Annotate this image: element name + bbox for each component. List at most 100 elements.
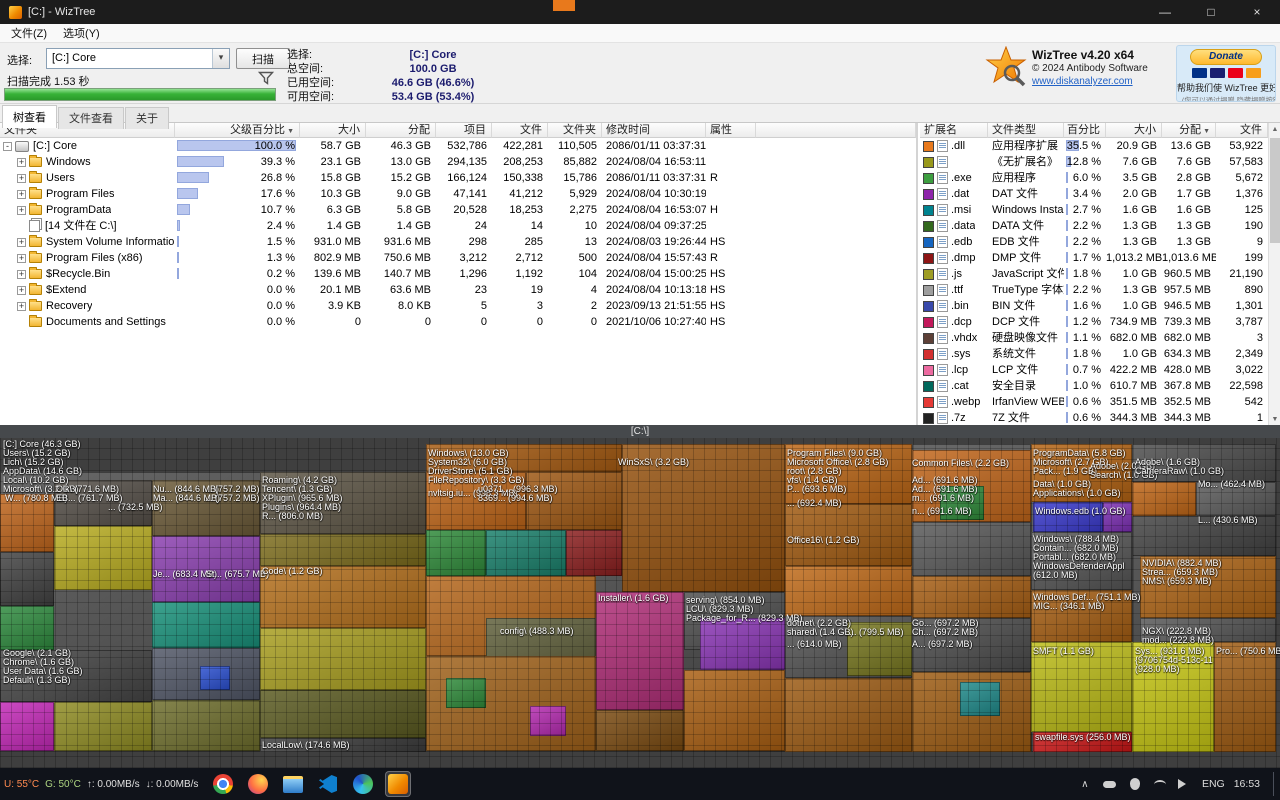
volume-icon[interactable] <box>1177 776 1193 792</box>
tree-row[interactable]: + Windows 39.3 % 23.1 GB 13.0 GB 294,135 208,2… <box>0 154 756 170</box>
expand-icon[interactable]: + <box>17 301 26 311</box>
ext-row[interactable]: 《无扩展名》 12.8 % 7.6 GB 7.6 GB 57,583 <box>920 154 1268 170</box>
tree-row[interactable]: - [C:] Core 100.0 % 58.7 GB 46.3 GB 532,786 42… <box>0 138 756 154</box>
treemap-block[interactable] <box>260 628 426 690</box>
treemap-block[interactable] <box>1196 482 1276 516</box>
ext-row[interactable]: .ttf TrueType 字体文件 2.2 % 1.3 GB 957.5 MB 890 <box>920 282 1268 298</box>
treemap-block[interactable] <box>566 530 622 576</box>
tab-0[interactable]: 树查看 <box>2 105 57 128</box>
treemap-block[interactable] <box>152 700 260 751</box>
tray-expand-icon[interactable]: ∧ <box>1077 776 1093 792</box>
menu-item-1[interactable]: 选项(Y) <box>55 23 108 43</box>
col-header[interactable]: 父级百分比 ▼ <box>175 123 300 138</box>
col-header[interactable]: 属性 <box>706 123 756 138</box>
treemap-block[interactable] <box>0 702 54 751</box>
website-link[interactable]: www.diskanalyzer.com <box>1032 76 1133 87</box>
ext-col-header[interactable]: 文件 <box>1216 123 1268 138</box>
tab-2[interactable]: 关于 <box>125 107 169 129</box>
minimize-button[interactable]: — <box>1142 0 1188 24</box>
ext-row[interactable]: .js JavaScript 文件 1.8 % 1.0 GB 960.5 MB 21,19… <box>920 266 1268 282</box>
cloud-icon[interactable] <box>1102 776 1118 792</box>
donate-button[interactable]: Donate <box>1190 49 1262 65</box>
treemap-block[interactable] <box>785 678 912 752</box>
col-header[interactable]: 修改时间 <box>602 123 706 138</box>
treemap-block[interactable] <box>426 444 622 472</box>
treemap-block[interactable] <box>912 618 1031 672</box>
treemap-block[interactable] <box>960 682 1000 716</box>
treemap-block[interactable] <box>530 706 566 736</box>
col-header[interactable]: 文件夹 <box>548 123 602 138</box>
treemap-block[interactable] <box>1140 618 1276 642</box>
close-button[interactable]: × <box>1234 0 1280 24</box>
treemap-block[interactable] <box>426 472 526 530</box>
treemap-block[interactable] <box>526 472 622 530</box>
firefox-icon[interactable] <box>245 771 271 797</box>
ext-row[interactable]: .dmp DMP 文件 1.7 % 1,013.2 MB 1,013.6 MB 199 <box>920 250 1268 266</box>
ext-row[interactable]: .vhdx 硬盘映像文件 1.1 % 682.0 MB 682.0 MB 3 <box>920 330 1268 346</box>
language-indicator[interactable]: ENG <box>1202 778 1225 790</box>
treemap-block[interactable] <box>1132 482 1196 516</box>
treemap-block[interactable] <box>1103 502 1132 532</box>
explorer-icon[interactable] <box>280 771 306 797</box>
treemap-block[interactable] <box>260 690 426 738</box>
ext-col-header[interactable]: 文件类型 <box>988 123 1064 138</box>
expand-icon[interactable]: + <box>17 285 26 295</box>
treemap-block[interactable] <box>1031 444 1132 502</box>
treemap-block[interactable] <box>260 566 426 628</box>
chevron-down-icon[interactable]: ▾ <box>212 49 229 68</box>
edge-icon[interactable] <box>350 771 376 797</box>
col-header[interactable]: 分配 <box>366 123 436 138</box>
ext-row[interactable]: .sys 系统文件 1.8 % 1.0 GB 634.3 MB 2,349 <box>920 346 1268 362</box>
expand-icon[interactable]: + <box>17 189 26 199</box>
expand-icon[interactable]: + <box>17 237 26 247</box>
treemap-block[interactable] <box>1132 642 1214 752</box>
treemap-block[interactable] <box>486 530 566 576</box>
expand-icon[interactable]: + <box>17 269 26 279</box>
tree-row[interactable]: + Users 26.8 % 15.8 GB 15.2 GB 166,124 150,338… <box>0 170 756 186</box>
treemap-block[interactable] <box>785 444 912 504</box>
ext-row[interactable]: .lcp LCP 文件 0.7 % 422.2 MB 428.0 MB 3,022 <box>920 362 1268 378</box>
clock[interactable]: 16:53 <box>1234 778 1260 790</box>
tree-row[interactable]: + System Volume Information 1.5 % 931.0 MB 9… <box>0 234 756 250</box>
treemap-block[interactable] <box>0 650 152 702</box>
treemap-block[interactable] <box>1140 556 1276 618</box>
treemap-block[interactable] <box>54 480 152 526</box>
shield-icon[interactable] <box>1127 776 1143 792</box>
treemap-block[interactable] <box>684 670 785 751</box>
treemap-block[interactable] <box>152 480 260 536</box>
scan-button[interactable]: 扫描 <box>236 48 290 69</box>
ext-row[interactable]: .bin BIN 文件 1.6 % 1.0 GB 946.5 MB 1,301 <box>920 298 1268 314</box>
treemap-block[interactable] <box>700 618 785 670</box>
ext-row[interactable]: .edb EDB 文件 2.2 % 1.3 GB 1.3 GB 9 <box>920 234 1268 250</box>
treemap-block[interactable] <box>200 666 230 690</box>
treemap-block[interactable] <box>54 702 152 751</box>
expand-icon[interactable]: + <box>17 173 26 183</box>
treemap-block[interactable] <box>446 678 486 708</box>
chrome-icon[interactable] <box>210 771 236 797</box>
wifi-icon[interactable] <box>1152 776 1168 792</box>
treemap-block[interactable] <box>260 738 426 752</box>
ext-table-scrollbar[interactable]: ▲ ▼ <box>1268 123 1280 425</box>
ext-col-header[interactable]: 百分比 <box>1064 123 1106 138</box>
tree-row[interactable]: Documents and Settings 0.0 % 0 0 0 0 0 2021/10/… <box>0 314 756 330</box>
col-header[interactable]: 项目 <box>436 123 492 138</box>
treemap-block[interactable] <box>940 486 984 520</box>
treemap-block[interactable] <box>912 522 1031 576</box>
treemap-block[interactable] <box>1132 516 1276 556</box>
tree-row[interactable]: + ProgramData 10.7 % 6.3 GB 5.8 GB 20,528 18,2… <box>0 202 756 218</box>
show-desktop-button[interactable] <box>1273 772 1276 796</box>
treemap-block[interactable] <box>785 504 912 566</box>
ext-row[interactable]: .dcp DCP 文件 1.2 % 734.9 MB 739.3 MB 3,787 <box>920 314 1268 330</box>
drive-select[interactable]: [C:] Core ▾ <box>46 48 230 69</box>
treemap-block[interactable] <box>1031 590 1132 642</box>
ext-row[interactable]: .data DATA 文件 2.2 % 1.3 GB 1.3 GB 190 <box>920 218 1268 234</box>
ext-row[interactable]: .7z 7Z 文件 0.6 % 344.3 MB 344.3 MB 1 <box>920 410 1268 425</box>
ext-row[interactable]: .dll 应用程序扩展 35.5 % 20.9 GB 13.6 GB 53,922 <box>920 138 1268 154</box>
tree-row[interactable]: + Recovery 0.0 % 3.9 KB 8.0 KB 5 3 2 2023/09/13 … <box>0 298 756 314</box>
vscode-icon[interactable] <box>315 771 341 797</box>
treemap-block[interactable] <box>0 494 54 552</box>
filter-icon[interactable] <box>258 70 274 86</box>
tree-row[interactable]: [14 文件在 C:\] 2.4 % 1.4 GB 1.4 GB 24 14 10 2024/… <box>0 218 756 234</box>
treemap-block[interactable] <box>1132 444 1276 482</box>
tree-row[interactable]: + Program Files (x86) 1.3 % 802.9 MB 750.6 M… <box>0 250 756 266</box>
